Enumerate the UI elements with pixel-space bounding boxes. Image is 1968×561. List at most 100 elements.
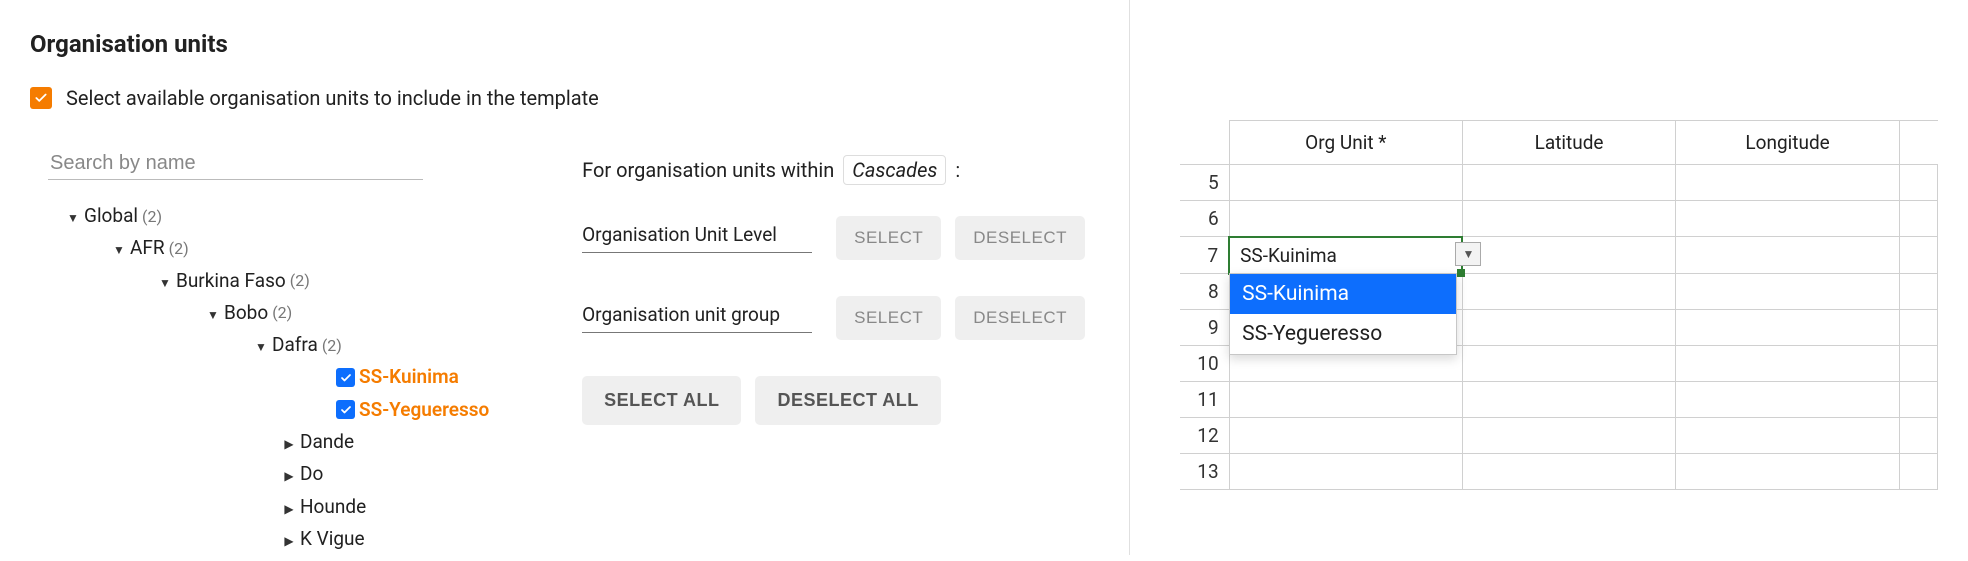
checkbox-checked-icon[interactable] — [336, 368, 355, 387]
spreadsheet[interactable]: Org Unit * Latitude Longitude 5 6 7 SS-K… — [1180, 120, 1938, 490]
level-select-button[interactable]: SELECT — [836, 216, 941, 260]
checkbox-checked-icon[interactable] — [336, 400, 355, 419]
cell[interactable] — [1676, 418, 1900, 454]
cell[interactable] — [1676, 165, 1900, 201]
cell[interactable] — [1899, 274, 1937, 310]
cell[interactable] — [1676, 346, 1900, 382]
instruction-row: Select available organisation units to i… — [30, 86, 1099, 110]
cell[interactable] — [1229, 454, 1462, 490]
cell[interactable] — [1899, 454, 1937, 490]
chevron-down-icon: ▼ — [1463, 247, 1475, 261]
tree-leaf-label: SS-Kuinima — [359, 361, 459, 393]
col-header-org-unit[interactable]: Org Unit * — [1229, 121, 1462, 165]
tree-node-afr[interactable]: AFR (2) — [110, 232, 582, 264]
dropdown-toggle-button[interactable]: ▼ — [1455, 242, 1481, 266]
cell[interactable] — [1462, 237, 1675, 274]
row-5: 5 — [1180, 165, 1938, 201]
spreadsheet-preview: Org Unit * Latitude Longitude 5 6 7 SS-K… — [1130, 0, 1968, 555]
row-header[interactable]: 10 — [1180, 346, 1229, 382]
row-header[interactable]: 7 — [1180, 237, 1229, 274]
chevron-down-icon[interactable] — [156, 265, 174, 297]
cell[interactable] — [1462, 201, 1675, 237]
checkmark-icon — [30, 87, 52, 109]
cell[interactable] — [1676, 237, 1900, 274]
row-header[interactable]: 6 — [1180, 201, 1229, 237]
cell[interactable] — [1462, 382, 1675, 418]
chevron-right-icon[interactable] — [280, 523, 298, 555]
group-select-button[interactable]: SELECT — [836, 296, 941, 340]
cell[interactable] — [1899, 310, 1937, 346]
row-6: 6 — [1180, 201, 1938, 237]
cell[interactable] — [1899, 382, 1937, 418]
cell[interactable] — [1229, 165, 1462, 201]
config-panel: Organisation units Select available orga… — [0, 0, 1130, 555]
row-7: 7 SS-Kuinima ▼ SS-Kuinima SS-Yegueresso — [1180, 237, 1938, 274]
tree-node-hounde[interactable]: Hounde — [280, 491, 582, 523]
cell[interactable] — [1899, 201, 1937, 237]
row-header[interactable]: 13 — [1180, 454, 1229, 490]
cell[interactable] — [1899, 418, 1937, 454]
dropdown-option-ss-yegueresso[interactable]: SS-Yegueresso — [1230, 314, 1456, 354]
row-header[interactable]: 5 — [1180, 165, 1229, 201]
cell[interactable] — [1676, 274, 1900, 310]
row-header[interactable]: 9 — [1180, 310, 1229, 346]
row-13: 13 — [1180, 454, 1938, 490]
tree-node-dafra[interactable]: Dafra (2) — [252, 329, 582, 361]
org-unit-level-select[interactable]: Organisation Unit Level — [582, 223, 812, 253]
group-deselect-button[interactable]: DESELECT — [955, 296, 1085, 340]
tree-node-dande[interactable]: Dande — [280, 426, 582, 458]
row-header[interactable]: 8 — [1180, 274, 1229, 310]
cell[interactable] — [1676, 310, 1900, 346]
org-unit-tree: Global (2) AFR (2) Burkina Faso (2) — [64, 200, 582, 555]
cell-value: SS-Kuinima — [1240, 244, 1337, 267]
cell[interactable] — [1462, 274, 1675, 310]
cell[interactable] — [1899, 346, 1937, 382]
tree-leaf-label: SS-Yegueresso — [359, 394, 489, 426]
tree-node-k-vigue[interactable]: K Vigue — [280, 523, 582, 555]
chevron-right-icon[interactable] — [280, 458, 298, 490]
row-header[interactable]: 12 — [1180, 418, 1229, 454]
page-title: Organisation units — [30, 30, 1099, 58]
chevron-down-icon[interactable] — [252, 329, 270, 361]
tree-leaf-ss-yegueresso[interactable]: SS-Yegueresso — [336, 394, 582, 426]
cell[interactable] — [1462, 418, 1675, 454]
cell[interactable] — [1229, 418, 1462, 454]
cell[interactable] — [1462, 310, 1675, 346]
row-header[interactable]: 11 — [1180, 382, 1229, 418]
select-all-button[interactable]: SELECT ALL — [582, 376, 741, 425]
tree-node-bobo[interactable]: Bobo (2) — [204, 297, 582, 329]
chevron-down-icon[interactable] — [110, 232, 128, 264]
tree-node-global[interactable]: Global (2) — [64, 200, 582, 232]
tree-node-burkina-faso[interactable]: Burkina Faso (2) — [156, 265, 582, 297]
row-11: 11 — [1180, 382, 1938, 418]
chevron-right-icon[interactable] — [280, 426, 298, 458]
cell[interactable] — [1676, 201, 1900, 237]
cell[interactable] — [1229, 201, 1462, 237]
col-header-longitude[interactable]: Longitude — [1676, 121, 1900, 165]
search-input[interactable] — [48, 148, 423, 180]
fill-handle[interactable] — [1457, 269, 1465, 277]
chevron-down-icon[interactable] — [204, 297, 222, 329]
tree-node-do[interactable]: Do — [280, 458, 582, 490]
cell[interactable] — [1676, 454, 1900, 490]
cell[interactable] — [1899, 237, 1937, 274]
chevron-right-icon[interactable] — [280, 491, 298, 523]
active-cell[interactable]: SS-Kuinima ▼ SS-Kuinima SS-Yegueresso — [1229, 237, 1462, 274]
instruction-text: Select available organisation units to i… — [66, 86, 599, 110]
deselect-all-button[interactable]: DESELECT ALL — [755, 376, 940, 425]
cell[interactable] — [1899, 165, 1937, 201]
cell[interactable] — [1676, 382, 1900, 418]
org-unit-group-select[interactable]: Organisation unit group — [582, 303, 812, 333]
region-tag: Cascades — [843, 155, 946, 185]
dropdown-option-ss-kuinima[interactable]: SS-Kuinima — [1230, 274, 1456, 314]
col-header-extra[interactable] — [1899, 121, 1937, 165]
chevron-down-icon[interactable] — [64, 200, 82, 232]
row-12: 12 — [1180, 418, 1938, 454]
cell[interactable] — [1229, 382, 1462, 418]
cell[interactable] — [1462, 165, 1675, 201]
tree-leaf-ss-kuinima[interactable]: SS-Kuinima — [336, 361, 582, 393]
cell[interactable] — [1462, 454, 1675, 490]
cell[interactable] — [1462, 346, 1675, 382]
level-deselect-button[interactable]: DESELECT — [955, 216, 1085, 260]
col-header-latitude[interactable]: Latitude — [1462, 121, 1675, 165]
